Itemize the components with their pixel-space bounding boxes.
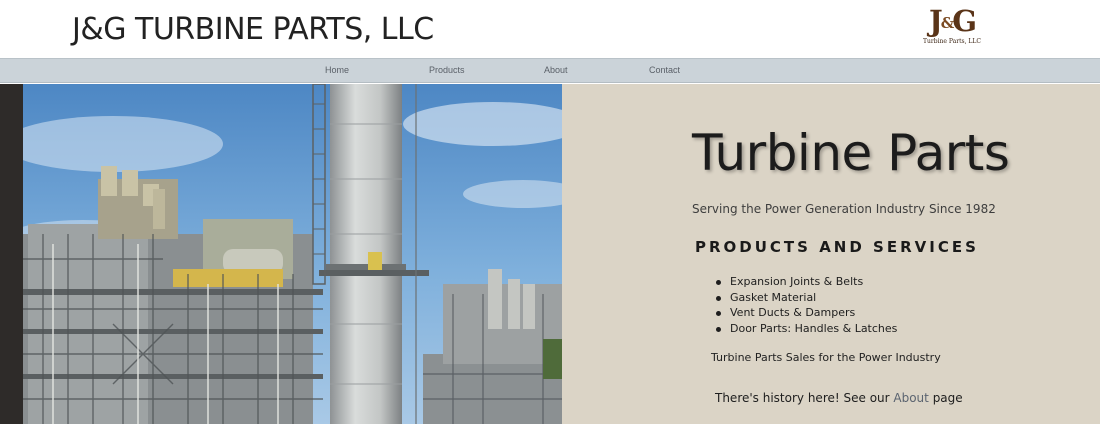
history-text-prefix: There's history here! See our [715,391,894,405]
logo-mark-g: G [952,4,977,38]
company-logo[interactable]: J&G Turbine Parts, LLC [918,5,986,51]
list-item: Vent Ducts & Dampers [714,305,897,321]
bullet-icon [716,326,721,332]
hero-text-panel: Turbine Parts Serving the Power Generati… [562,84,1100,424]
nav-item-home[interactable]: Home [325,65,349,75]
nav-item-about[interactable]: About [544,65,568,75]
site-title[interactable]: J&G TURBINE PARTS, LLC [72,12,434,47]
bullet-icon [716,295,721,301]
hero-section: Turbine Parts Serving the Power Generati… [0,84,1100,424]
nav-item-contact[interactable]: Contact [649,65,680,75]
power-plant-photo [23,84,562,424]
list-item: Expansion Joints & Belts [714,274,897,290]
site-header: J&G TURBINE PARTS, LLC J&G Turbine Parts… [0,0,1100,58]
bullet-icon [716,311,721,316]
logo-mark-j: J [928,4,943,38]
left-dark-strip [0,84,23,424]
products-list: Expansion Joints & Belts Gasket Material… [714,274,897,336]
products-heading: PRODUCTS AND SERVICES [695,238,979,256]
hero-title: Turbine Parts [692,124,1010,182]
hero-tagline: Serving the Power Generation Industry Si… [692,202,996,216]
logo-mark: J&G [918,5,986,37]
list-item-label: Expansion Joints & Belts [730,275,864,288]
nav-item-products[interactable]: Products [429,65,465,75]
about-link[interactable]: About [893,391,928,405]
bullet-icon [716,280,721,285]
history-line: There's history here! See our About page [715,391,963,405]
sales-line: Turbine Parts Sales for the Power Indust… [711,351,941,364]
list-item-label: Vent Ducts & Dampers [730,306,856,319]
logo-text: Turbine Parts, LLC [923,38,981,45]
main-nav: Home Products About Contact [0,58,1100,83]
list-item-label: Gasket Material [730,290,817,304]
logo-mark-ampersand: & [940,14,954,32]
list-item: Gasket Material [714,290,897,306]
list-item: Door Parts: Handles & Latches [714,321,897,337]
list-item-label: Door Parts: Handles & Latches [730,321,898,335]
history-text-suffix: page [928,391,963,405]
